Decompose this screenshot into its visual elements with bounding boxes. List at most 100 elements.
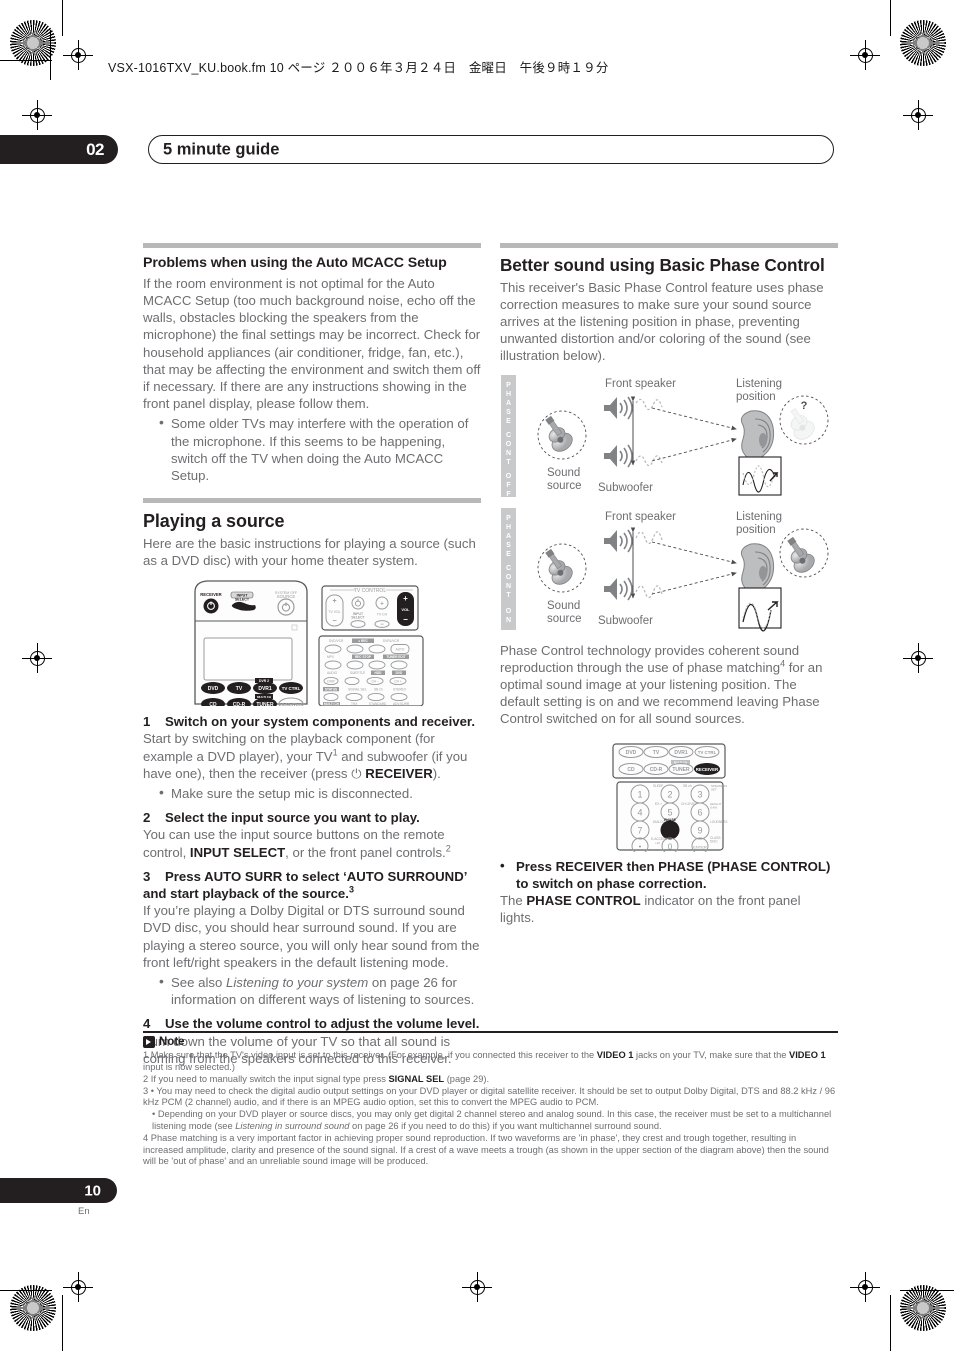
registration-mark-bottom-mid bbox=[462, 1272, 492, 1302]
svg-text:A: A bbox=[506, 400, 511, 407]
svg-text:−: − bbox=[403, 615, 408, 624]
paragraph-playing-intro: Here are the basic instructions for play… bbox=[143, 535, 476, 568]
chapter-title-pill: 5 minute guide bbox=[148, 135, 834, 164]
svg-text:SET: SET bbox=[711, 787, 717, 791]
registration-starburst-top-right bbox=[900, 20, 946, 66]
section-rule-mcacc bbox=[143, 243, 481, 248]
page-number: 10 bbox=[84, 1182, 101, 1199]
svg-text:3: 3 bbox=[697, 789, 702, 799]
svg-text:TV: TV bbox=[236, 686, 243, 692]
svg-text:TUNER: TUNER bbox=[672, 767, 690, 773]
svg-text:DVR1/VCR: DVR1/VCR bbox=[383, 639, 400, 643]
svg-text:DISC: DISC bbox=[710, 839, 718, 843]
paragraph-phase-intro: This receiver's Basic Phase Control feat… bbox=[500, 279, 824, 364]
svg-text:DVD: DVD bbox=[396, 671, 403, 675]
svg-text:4: 4 bbox=[637, 807, 642, 817]
svg-text:A: A bbox=[506, 533, 511, 540]
svg-text:GAIN: GAIN bbox=[710, 805, 717, 809]
svg-text:TV CONTROL: TV CONTROL bbox=[354, 588, 386, 594]
svg-text:Subwoofer: Subwoofer bbox=[598, 482, 653, 494]
list-item: Some older TVs may interfere with the op… bbox=[159, 414, 481, 484]
svg-text:F: F bbox=[506, 491, 511, 498]
svg-text:TV VOL: TV VOL bbox=[328, 610, 340, 614]
svg-text:+: + bbox=[380, 602, 384, 608]
svg-text:Subwoofer: Subwoofer bbox=[598, 615, 653, 627]
svg-text:−: − bbox=[332, 618, 336, 625]
chapter-number-tab: 02 bbox=[0, 135, 118, 164]
svg-text:O: O bbox=[506, 441, 512, 448]
print-header-filename: VSX-1016TXV_KU.book.fm 10 ページ ２００６年３月２４日… bbox=[108, 61, 609, 75]
svg-text:TV: TV bbox=[653, 750, 660, 756]
step-4-number: 4 bbox=[143, 1016, 151, 1032]
remote-top-svg: RECEIVER INPUT SELECT SYSTEM OFF SOURCE bbox=[194, 580, 424, 707]
svg-text:SELECT: SELECT bbox=[235, 598, 250, 602]
svg-text:RECEIVER: RECEIVER bbox=[200, 592, 221, 597]
svg-text:source: source bbox=[547, 613, 582, 625]
step-2-body-part2: , or the front panel controls. bbox=[285, 844, 446, 860]
svg-text:STEREO: STEREO bbox=[393, 687, 407, 691]
svg-text:DVD: DVD bbox=[626, 750, 637, 756]
svg-text:AUDIO: AUDIO bbox=[327, 671, 338, 675]
svg-text:+10: +10 bbox=[655, 841, 660, 845]
svg-text:N: N bbox=[506, 450, 511, 457]
svg-text:TV CTRL: TV CTRL bbox=[282, 686, 301, 691]
svg-text:REC STOP: REC STOP bbox=[355, 655, 372, 659]
paragraph-mcacc-problems: If the room environment is not optimal f… bbox=[143, 275, 481, 412]
note-item-4: • Depending on your DVD player or source… bbox=[143, 1109, 838, 1133]
svg-text:Front speaker: Front speaker bbox=[605, 378, 676, 390]
svg-text:CH +: CH + bbox=[394, 680, 401, 684]
diagram-phase-control-off: PHA SE CONT OFF Sound source Front speak… bbox=[500, 373, 838, 501]
step-3-bullet-pre: See also bbox=[171, 974, 226, 990]
crop-line-bottom-left-v bbox=[62, 1295, 64, 1351]
svg-text:+: + bbox=[403, 594, 408, 603]
svg-text:F: F bbox=[506, 482, 511, 489]
bullet-list-mcacc: Some older TVs may interfere with the op… bbox=[143, 414, 481, 484]
registration-mark-left-mid bbox=[22, 100, 52, 130]
list-item: See also Listening to your system on pag… bbox=[159, 973, 481, 1008]
svg-text:P: P bbox=[506, 382, 511, 389]
svg-text:C: C bbox=[506, 565, 511, 572]
step-3-number: 3 bbox=[143, 868, 151, 884]
crop-line-bottom-left-h bbox=[0, 1290, 52, 1292]
crop-line-inner-left bbox=[50, 30, 52, 80]
svg-text:5: 5 bbox=[667, 807, 672, 817]
svg-text:SUBTITLE: SUBTITLE bbox=[350, 671, 365, 675]
svg-text:Listening: Listening bbox=[736, 511, 782, 523]
svg-text:MPX: MPX bbox=[327, 655, 335, 659]
svg-text:CD: CD bbox=[627, 767, 635, 773]
step-1-body: Start by switching on the playback compo… bbox=[143, 730, 481, 782]
svg-text:DVR1: DVR1 bbox=[674, 750, 688, 756]
note-2-bold-1: SIGNAL SEL bbox=[388, 1073, 445, 1084]
remote-control-illustration-top: RECEIVER INPUT SELECT SYSTEM OFF SOURCE bbox=[143, 578, 481, 707]
svg-text:Sound: Sound bbox=[547, 600, 580, 612]
step-2-number: 2 bbox=[143, 810, 151, 826]
svg-text:SELECT: SELECT bbox=[351, 616, 365, 620]
section-rule-phase bbox=[500, 243, 838, 248]
registration-mark-bottom-left bbox=[63, 1272, 93, 1302]
svg-text:source: source bbox=[547, 480, 582, 492]
step-2-bold-input-select: INPUT SELECT bbox=[189, 844, 286, 860]
bullet-list-step-3: See also Listening to your system on pag… bbox=[143, 973, 481, 1008]
svg-text:DVD/VCR: DVD/VCR bbox=[329, 639, 344, 643]
svg-text:SB ch: SB ch bbox=[374, 687, 383, 691]
page-language-code: En bbox=[78, 1206, 90, 1217]
indicator-note-part1: The bbox=[500, 892, 527, 908]
registration-mark-right-lower bbox=[903, 643, 933, 673]
svg-text:N: N bbox=[506, 583, 511, 590]
step-1-number: 1 bbox=[143, 714, 151, 730]
svg-text:HDD: HDD bbox=[375, 671, 383, 675]
step-2-body: You can use the input source buttons on … bbox=[143, 826, 481, 860]
svg-text:SIGNAL SEL: SIGNAL SEL bbox=[348, 687, 367, 691]
svg-text:CD-R: CD-R bbox=[233, 702, 246, 706]
svg-text:VOL: VOL bbox=[401, 607, 410, 612]
crop-line-bottom-right-h bbox=[900, 1290, 954, 1292]
note-title: Note bbox=[159, 1036, 185, 1049]
right-column: Better sound using Basic Phase Control T… bbox=[500, 243, 838, 929]
footnote-ref-2: 2 bbox=[445, 843, 451, 854]
svg-text:+: + bbox=[332, 598, 336, 605]
note-1-mid: jacks on your TV, make sure that the bbox=[633, 1050, 789, 1061]
note-block: Note 1 Make sure that the TV's video inp… bbox=[143, 1031, 838, 1168]
svg-text:H: H bbox=[506, 391, 511, 398]
svg-text:Listening: Listening bbox=[736, 378, 782, 390]
registration-starburst-bottom-right bbox=[900, 1285, 946, 1331]
